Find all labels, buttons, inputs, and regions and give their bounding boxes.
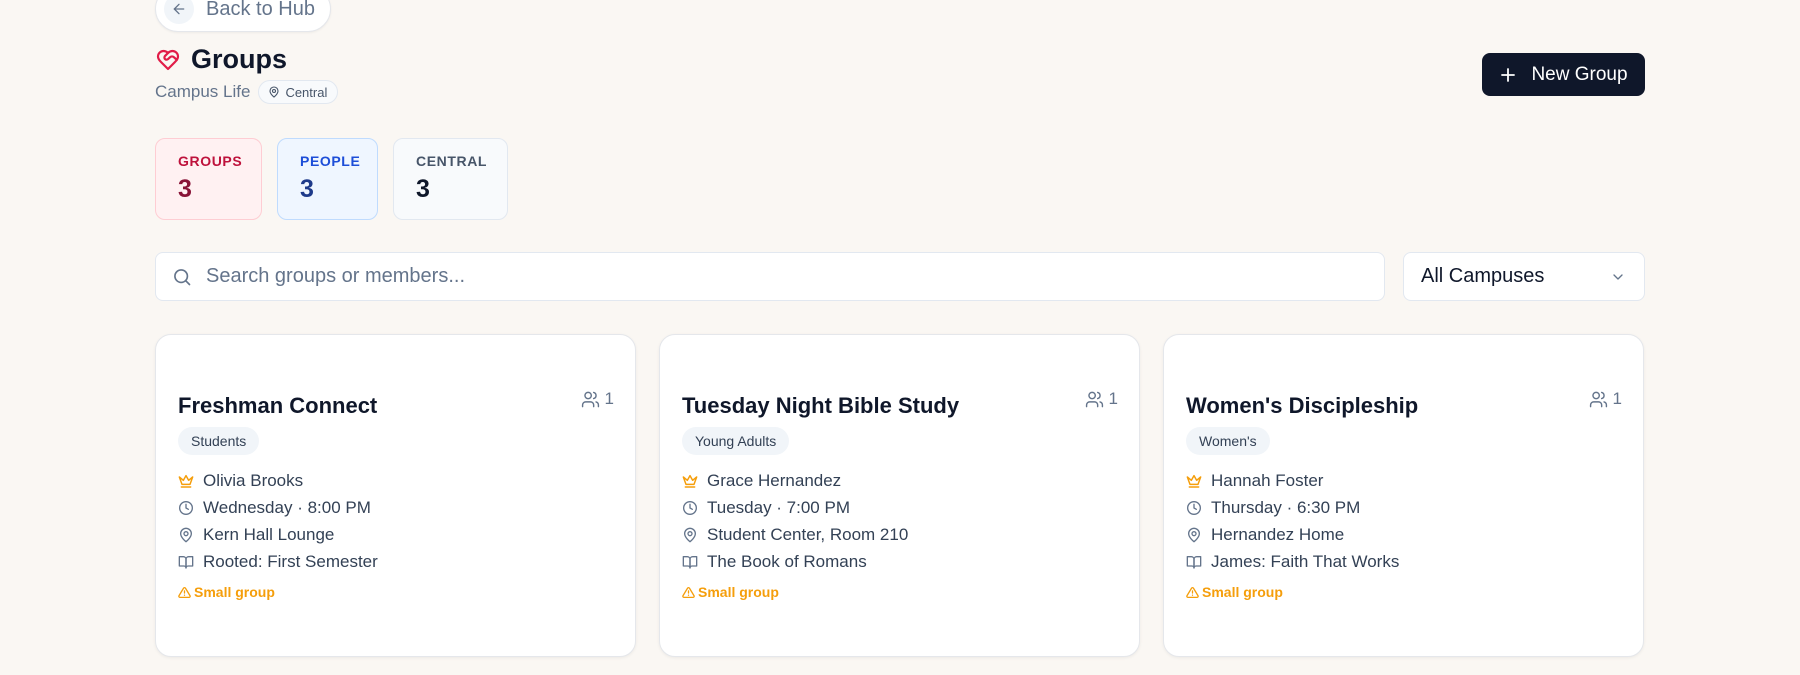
group-card-grid: Freshman Connect 1 Students Olivia Brook…: [155, 334, 1644, 657]
schedule-text: Wednesday · 8:00 PM: [203, 498, 371, 517]
group-card[interactable]: Tuesday Night Bible Study 1 Young Adults…: [659, 334, 1140, 657]
stat-people: PEOPLE 3: [277, 138, 378, 220]
location-row: Student Center, Room 210: [682, 525, 908, 545]
campus-filter-select[interactable]: All Campuses: [1403, 252, 1645, 301]
back-to-hub-button[interactable]: Back to Hub: [155, 0, 331, 32]
group-name: Tuesday Night Bible Study: [682, 393, 960, 418]
curriculum-text: James: Faith That Works: [1211, 552, 1400, 571]
users-icon: [581, 391, 599, 407]
crown-icon: [1186, 474, 1202, 488]
map-pin-icon: [180, 527, 192, 543]
book-open-icon: [178, 556, 194, 569]
member-count-value: 1: [604, 389, 614, 408]
group-details: Olivia Brooks Wednesday · 8:00 PM Kern H…: [178, 471, 378, 572]
clock-icon: [179, 501, 193, 515]
search-input[interactable]: [206, 265, 1384, 288]
page-header: Groups: [155, 44, 287, 75]
stat-label: GROUPS: [178, 153, 243, 169]
curriculum-row: The Book of Romans: [682, 552, 908, 572]
member-count: 1: [581, 389, 614, 409]
leader-name: Grace Hernandez: [707, 471, 842, 490]
location-text: Kern Hall Lounge: [203, 525, 335, 544]
group-details: Grace Hernandez Tuesday · 7:00 PM Studen…: [682, 471, 908, 572]
chevron-down-icon: [1613, 273, 1623, 280]
group-details: Hannah Foster Thursday · 6:30 PM Hernand…: [1186, 471, 1399, 572]
group-card[interactable]: Freshman Connect 1 Students Olivia Brook…: [155, 334, 636, 657]
users-icon: [1589, 391, 1607, 407]
member-count-value: 1: [1108, 389, 1118, 408]
location-text: Student Center, Room 210: [707, 525, 909, 544]
curriculum-text: The Book of Romans: [707, 552, 867, 571]
schedule-text: Tuesday · 7:00 PM: [707, 498, 850, 517]
leader-row: Grace Hernandez: [682, 471, 908, 491]
new-group-button[interactable]: New Group: [1482, 53, 1645, 96]
schedule-row: Thursday · 6:30 PM: [1186, 498, 1399, 518]
leader-row: Olivia Brooks: [178, 471, 378, 491]
curriculum-text: Rooted: First Semester: [203, 552, 378, 571]
member-count: 1: [1085, 389, 1118, 409]
back-button-label: Back to Hub: [206, 0, 315, 20]
new-group-label: New Group: [1531, 63, 1628, 85]
warning-text: Small group: [1202, 584, 1283, 600]
clock-icon: [683, 501, 697, 515]
schedule-row: Tuesday · 7:00 PM: [682, 498, 908, 518]
small-group-warning: Small group: [1186, 584, 1283, 600]
page-title: Groups: [191, 44, 288, 74]
map-pin-icon: [269, 86, 279, 98]
small-group-warning: Small group: [178, 584, 275, 600]
alert-triangle-icon: [682, 586, 695, 598]
schedule-text: Thursday · 6:30 PM: [1211, 498, 1361, 517]
stat-label: PEOPLE: [300, 153, 361, 169]
users-icon: [1085, 391, 1103, 407]
crown-icon: [178, 474, 194, 488]
member-count-value: 1: [1612, 389, 1622, 408]
stat-label: CENTRAL: [416, 153, 488, 169]
alert-triangle-icon: [178, 586, 191, 598]
campus-filter-value: All Campuses: [1421, 265, 1545, 287]
map-pin-icon: [1188, 527, 1200, 543]
heart-handshake-icon: [156, 49, 180, 70]
crown-icon: [682, 474, 698, 488]
back-icon-circle: [164, 0, 194, 24]
book-open-icon: [682, 556, 698, 569]
book-open-icon: [1186, 556, 1202, 569]
page-subtitle-row: Campus Life Central: [155, 80, 339, 104]
groups-page: Back to Hub Groups Campus Life Central N…: [155, 0, 1645, 675]
stat-value: 3: [300, 175, 314, 203]
search-icon: [174, 268, 191, 285]
curriculum-row: Rooted: First Semester: [178, 552, 378, 572]
leader-row: Hannah Foster: [1186, 471, 1399, 491]
location-text: Hernandez Home: [1211, 525, 1345, 544]
plus-icon: [1501, 67, 1516, 82]
warning-text: Small group: [194, 584, 275, 600]
map-pin-icon: [684, 527, 696, 543]
campus-badge-label: Central: [285, 84, 328, 100]
curriculum-row: James: Faith That Works: [1186, 552, 1399, 572]
campus-badge: Central: [258, 80, 339, 104]
leader-name: Hannah Foster: [1211, 471, 1324, 490]
member-count: 1: [1589, 389, 1622, 409]
group-name: Freshman Connect: [178, 393, 378, 418]
arrow-left-icon: [173, 3, 185, 15]
group-tag: Young Adults: [682, 427, 790, 455]
location-row: Kern Hall Lounge: [178, 525, 378, 545]
location-row: Hernandez Home: [1186, 525, 1399, 545]
group-tag: Women's: [1186, 427, 1270, 455]
group-name: Women's Discipleship: [1186, 393, 1419, 418]
stat-value: 3: [178, 175, 192, 203]
stat-central: CENTRAL 3: [393, 138, 508, 220]
leader-name: Olivia Brooks: [203, 471, 304, 490]
group-card[interactable]: Women's Discipleship 1 Women's Hannah Fo…: [1163, 334, 1644, 657]
schedule-row: Wednesday · 8:00 PM: [178, 498, 378, 518]
page-subtitle: Campus Life: [155, 82, 251, 101]
alert-triangle-icon: [1186, 586, 1199, 598]
stat-value: 3: [416, 175, 430, 203]
clock-icon: [1187, 501, 1201, 515]
warning-text: Small group: [698, 584, 779, 600]
stat-groups: GROUPS 3: [155, 138, 262, 220]
stats-row: GROUPS 3 PEOPLE 3 CENTRAL 3: [155, 138, 508, 220]
search-bar: [155, 252, 1385, 301]
group-tag: Students: [178, 427, 260, 455]
small-group-warning: Small group: [682, 584, 779, 600]
